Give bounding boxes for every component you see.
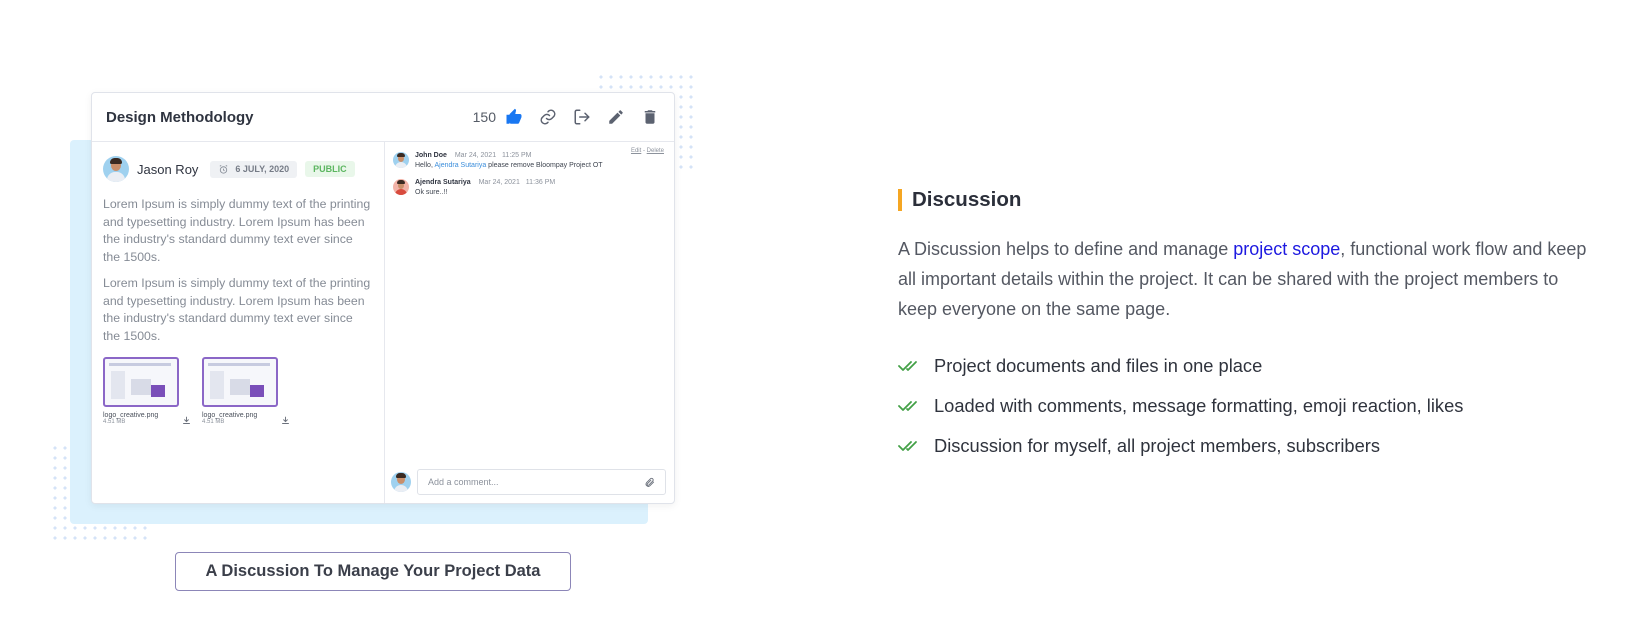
attachment-item[interactable]: logo_creative.png 4.51 MB: [202, 357, 290, 430]
attachment-name: logo_creative.png: [202, 412, 258, 419]
comment-text: Hello, Ajendra Sutariya please remove Bl…: [415, 162, 603, 169]
post-pane: Jason Roy 6 JULY, 2020 PUBLIC Lorem Ipsu…: [92, 142, 385, 503]
download-icon[interactable]: [182, 412, 191, 430]
feature-item: Loaded with comments, message formatting…: [898, 386, 1598, 426]
comment-date: Mar 24, 2021: [478, 179, 520, 186]
comment-text-part: Hello,: [415, 162, 435, 169]
post-paragraph: Lorem Ipsum is simply dummy text of the …: [103, 276, 371, 343]
commenter-avatar: [393, 179, 409, 195]
caption-button[interactable]: A Discussion To Manage Your Project Data: [175, 552, 571, 591]
comment-item: John Doe Mar 24, 2021 11:25 PM Hello, Aj…: [393, 152, 666, 169]
alarm-clock-icon: [220, 164, 228, 174]
discussion-card: Design Methodology 150 Jason Roy 6 JULY,…: [91, 92, 675, 504]
attachment-thumbnail[interactable]: [202, 357, 278, 407]
project-scope-link[interactable]: project scope: [1233, 239, 1340, 259]
action-separator: -: [642, 148, 645, 154]
feature-item: Discussion for myself, all project membe…: [898, 426, 1598, 466]
post-paragraph: Lorem Ipsum is simply dummy text of the …: [103, 197, 371, 264]
double-check-icon: [898, 401, 917, 411]
pencil-icon[interactable]: [606, 107, 626, 127]
attachment-size: 4.51 MB: [202, 419, 225, 425]
section-title: Discussion: [912, 188, 1022, 211]
accent-bar: [898, 189, 902, 211]
double-check-icon: [898, 361, 917, 371]
comment-text: Ok sure..!!: [415, 189, 448, 196]
commenter-name: Ajendra Sutariya: [415, 179, 471, 186]
discussion-section: Discussion A Discussion helps to define …: [898, 188, 1598, 466]
date-chip: 6 JULY, 2020: [210, 160, 298, 178]
feature-item: Project documents and files in one place: [898, 346, 1598, 386]
comment-time: 11:36 PM: [525, 179, 556, 186]
card-header: Design Methodology 150: [92, 93, 674, 142]
comment-text-part: please remove Bloompay Project OT: [486, 162, 603, 169]
commenter-avatar: [393, 152, 409, 168]
comment-placeholder: Add a comment...: [428, 477, 499, 487]
comment-time: 11:25 PM: [502, 152, 532, 159]
attachment-name: logo_creative.png: [103, 412, 159, 419]
attachment-item[interactable]: logo_creative.png 4.51 MB: [103, 357, 191, 430]
thumbs-up-icon[interactable]: [504, 107, 524, 127]
discussion-title: Design Methodology: [106, 108, 254, 126]
attachment-size: 4.51 MB: [103, 419, 126, 425]
post-date: 6 JULY, 2020: [235, 164, 290, 174]
attachment-thumbnail[interactable]: [103, 357, 179, 407]
link-icon[interactable]: [538, 107, 558, 127]
comments-pane: Edit - Delete John Doe Mar 24, 2021 11:2…: [385, 142, 674, 503]
feature-text: Project documents and files in one place: [934, 355, 1263, 376]
author-name: Jason Roy: [137, 161, 199, 177]
like-count: 150: [472, 109, 496, 125]
visibility-badge: PUBLIC: [305, 161, 355, 177]
paperclip-icon[interactable]: [644, 477, 655, 488]
feature-text: Discussion for myself, all project membe…: [934, 435, 1380, 456]
delete-link[interactable]: Delete: [647, 148, 664, 154]
section-description: A Discussion helps to define and manage …: [898, 234, 1598, 324]
share-exit-icon[interactable]: [572, 107, 592, 127]
download-icon[interactable]: [281, 412, 290, 430]
commenter-name: John Doe: [415, 152, 447, 159]
comment-date: Mar 24, 2021: [454, 152, 497, 159]
edit-link[interactable]: Edit: [631, 148, 641, 154]
desc-text: A Discussion helps to define and manage: [898, 239, 1234, 259]
feature-text: Loaded with comments, message formatting…: [934, 395, 1464, 416]
comment-composer: Add a comment...: [391, 469, 666, 495]
trash-icon[interactable]: [640, 107, 660, 127]
author-avatar: [103, 156, 129, 182]
user-mention[interactable]: Ajendra Sutariya: [434, 162, 486, 169]
double-check-icon: [898, 441, 917, 451]
comment-actions: Edit - Delete: [631, 148, 664, 154]
comment-input[interactable]: Add a comment...: [417, 469, 666, 495]
comment-item: Ajendra Sutariya Mar 24, 2021 11:36 PM O…: [393, 179, 666, 196]
current-user-avatar: [391, 472, 411, 492]
